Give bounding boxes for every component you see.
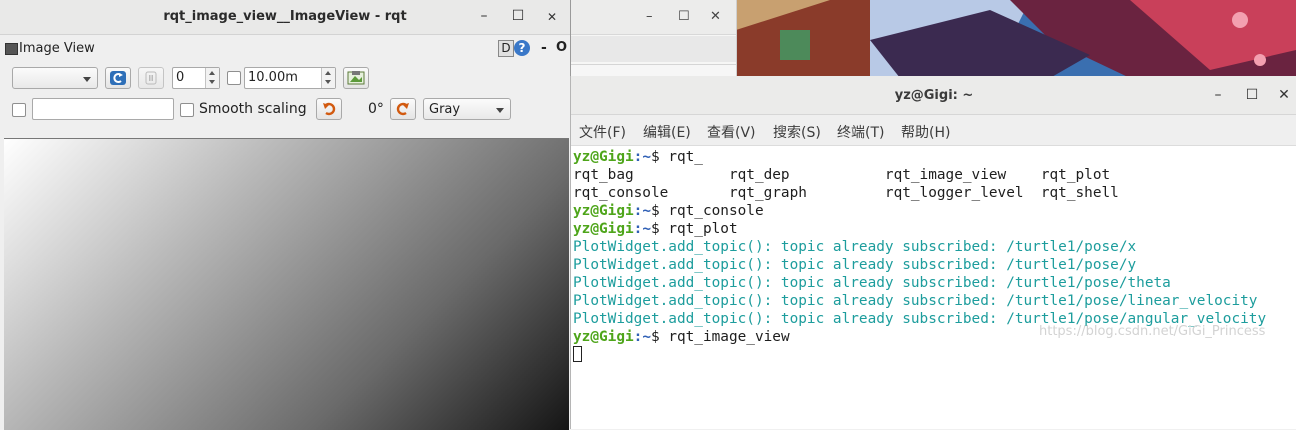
spin-down-icon[interactable]: [321, 78, 335, 88]
rotate-right-button[interactable]: [390, 98, 416, 120]
prompt-path: :~: [633, 149, 651, 165]
terminal-line: yz@Gigi:~$ rqt_plot: [573, 220, 738, 238]
maximize-button[interactable]: ☐: [678, 9, 690, 24]
command-text: rqt_: [659, 149, 703, 165]
terminal-titlebar[interactable]: yz@Gigi: ~ – ☐ ✕: [571, 76, 1296, 115]
warning-line: PlotWidget.add_topic(): topic already su…: [573, 257, 1137, 273]
close-plugin-button[interactable]: O: [556, 40, 567, 55]
background-window: – ☐ ✕: [570, 0, 737, 79]
maximize-button[interactable]: ☐: [508, 8, 528, 24]
close-button[interactable]: ✕: [710, 9, 721, 24]
chevron-down-icon: [83, 77, 91, 82]
prompt-path: :~: [633, 203, 651, 219]
warning-line: PlotWidget.add_topic(): topic already su…: [573, 239, 1137, 255]
colormap-select[interactable]: Gray: [423, 98, 511, 120]
menu-search[interactable]: 搜索(S): [773, 122, 821, 142]
colormap-value: Gray: [429, 102, 461, 117]
rotate-right-icon: [396, 102, 409, 116]
prompt-user: yz@Gigi: [573, 149, 634, 165]
terminal-line: rqt_bag rqt_dep rqt_image_view rqt_plot: [573, 167, 1111, 183]
prompt-symbol: $: [650, 221, 660, 237]
plugin-title: Image View: [19, 41, 95, 56]
prompt-user: yz@Gigi: [573, 203, 634, 219]
chevron-down-icon: [496, 108, 504, 113]
terminal-window: yz@Gigi: ~ – ☐ ✕ 文件(F) 编辑(E) 查看(V) 搜索(S)…: [570, 76, 1296, 429]
rotate-left-icon: [323, 102, 336, 116]
smooth-scaling-checkbox[interactable]: [180, 103, 194, 117]
spinbox-value: 0: [176, 70, 185, 85]
prompt-symbol: $: [650, 329, 660, 345]
command-text: rqt_image_view: [659, 329, 790, 345]
menu-view[interactable]: 查看(V): [707, 122, 756, 142]
topic-select[interactable]: [12, 67, 98, 89]
terminal-menubar: 文件(F) 编辑(E) 查看(V) 搜索(S) 终端(T) 帮助(H): [571, 115, 1296, 146]
close-button[interactable]: ✕: [543, 8, 561, 26]
pause-icon: [145, 71, 157, 85]
rotate-left-button[interactable]: [316, 98, 342, 120]
plugin-icon: [5, 43, 18, 55]
minimize-button[interactable]: –: [474, 8, 494, 24]
text-cursor: [573, 346, 582, 362]
timeout-spinbox[interactable]: 10.00m: [244, 67, 336, 89]
watermark: https://blog.csdn.net/GiGi_Princess: [1039, 324, 1266, 339]
command-text: rqt_console: [659, 203, 764, 219]
frame-skip-spinbox[interactable]: 0: [172, 67, 220, 89]
minimize-plugin-button[interactable]: -: [541, 40, 547, 56]
minimize-button[interactable]: –: [646, 9, 653, 24]
command-text: rqt_plot: [659, 221, 738, 237]
maximize-button[interactable]: ☐: [1242, 87, 1262, 103]
help-icon[interactable]: ?: [514, 40, 530, 56]
refresh-icon: [110, 71, 126, 85]
background-window-titlebar: – ☐ ✕: [570, 0, 736, 35]
terminal-title: yz@Gigi: ~: [894, 88, 974, 103]
plugin-header: Image View D ? - O: [0, 38, 570, 60]
rqt-image-view-window: rqt_image_view__ImageView - rqt – ☐ ✕ Im…: [0, 0, 571, 430]
rotation-label: 0°: [368, 101, 384, 117]
save-image-button[interactable]: [343, 67, 369, 89]
menu-file[interactable]: 文件(F): [579, 122, 626, 142]
smooth-scaling-label: Smooth scaling: [199, 101, 307, 117]
menu-edit[interactable]: 编辑(E): [643, 122, 691, 142]
pause-button[interactable]: [138, 67, 164, 89]
menu-help[interactable]: 帮助(H): [901, 122, 950, 142]
prompt-symbol: $: [650, 149, 660, 165]
minimize-button[interactable]: –: [1208, 87, 1228, 103]
image-display[interactable]: [4, 138, 569, 430]
prompt-path: :~: [633, 329, 651, 345]
terminal-line: rqt_console rqt_graph rqt_logger_level r…: [573, 185, 1119, 201]
prompt-symbol: $: [650, 203, 660, 219]
terminal-line: yz@Gigi:~$ rqt_: [573, 148, 703, 166]
mouse-publish-checkbox[interactable]: [12, 103, 26, 117]
spin-down-icon[interactable]: [205, 78, 219, 88]
prompt-user: yz@Gigi: [573, 329, 634, 345]
terminal-line: [573, 346, 582, 364]
rqt-titlebar[interactable]: rqt_image_view__ImageView - rqt – ☐ ✕: [0, 0, 570, 35]
save-image-icon: [347, 71, 365, 85]
mouse-topic-input[interactable]: [32, 98, 174, 120]
timeout-checkbox[interactable]: [227, 71, 241, 85]
warning-line: PlotWidget.add_topic(): topic already su…: [573, 275, 1171, 291]
close-button[interactable]: ✕: [1274, 87, 1294, 103]
terminal-line: yz@Gigi:~$ rqt_image_view: [573, 328, 790, 346]
dock-button[interactable]: D: [498, 40, 514, 57]
refresh-topics-button[interactable]: [105, 67, 131, 89]
warning-line: PlotWidget.add_topic(): topic already su…: [573, 293, 1258, 309]
prompt-path: :~: [633, 221, 651, 237]
menu-terminal[interactable]: 终端(T): [837, 122, 884, 142]
background-window-toolbar: [570, 36, 736, 62]
terminal-line: yz@Gigi:~$ rqt_console: [573, 202, 764, 220]
timeout-value: 10.00m: [248, 70, 298, 85]
prompt-user: yz@Gigi: [573, 221, 634, 237]
